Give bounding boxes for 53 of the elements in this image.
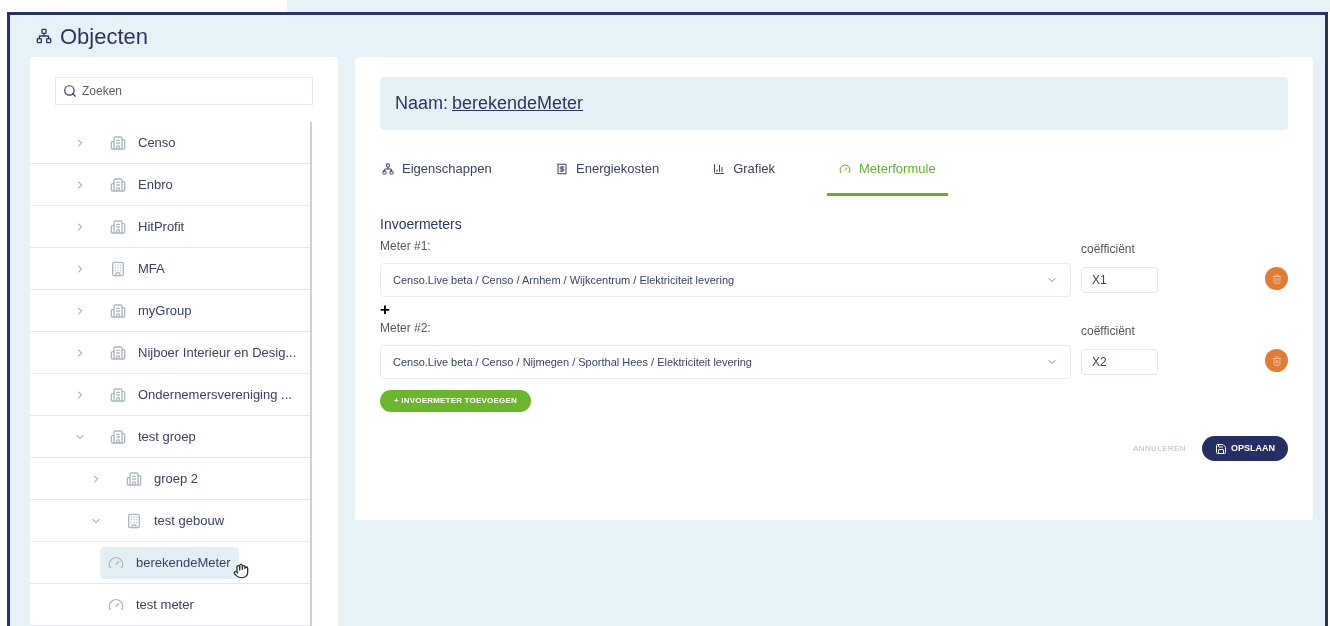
tab[interactable]: Energiekosten [554,144,662,196]
field-label: coëfficiënt [1081,323,1136,340]
search-icon [63,84,77,98]
gauge-icon [108,596,124,613]
buildings-icon [110,218,126,235]
tree-item[interactable]: test groep [102,420,204,453]
save-button[interactable]: OPSLAAN [1202,436,1288,461]
buildings-icon [110,428,126,445]
plus-operator: + [380,303,390,317]
hierarchy-icon [36,28,52,44]
building-icon [110,260,126,277]
buildings-icon [110,344,126,361]
gauge-icon [839,162,852,175]
tree-item[interactable]: Censo [102,126,184,159]
page-title: Objecten [60,22,149,51]
coefficient-field[interactable]: X1 [1081,267,1158,293]
buildings-icon [110,302,126,319]
buildings-icon [110,134,126,151]
meter-select[interactable]: Censo.Live beta / Censo / Arnhem / Wijkcentrum / Elektriciteit levering [380,263,1071,297]
building-icon [126,512,142,529]
gauge-icon [108,554,124,571]
tree-item[interactable]: MFA [102,252,173,285]
buildings-icon [110,176,126,193]
tree-item[interactable]: groep 2 [118,462,207,495]
delete-button[interactable] [1265,349,1288,372]
buildings-icon [126,470,142,487]
hierarchy-icon [382,162,394,175]
tree-item[interactable]: test gebouw [118,504,233,537]
buildings-icon [110,386,126,403]
tree-item[interactable]: Enbro [102,168,181,201]
tree-item[interactable]: HitProfit [102,210,193,243]
tree-item[interactable]: Ondernemersvereniging ... [102,378,300,411]
search-field[interactable]: Zoeken [55,77,313,105]
field-label: Meter #1: [380,238,432,255]
meter-select[interactable]: Censo.Live beta / Censo / Nijmegen / Sporthal Hees / Elektriciteit levering [380,345,1071,379]
tree-item[interactable]: myGroup [102,294,200,327]
field-label: coëfficiënt [1081,241,1136,258]
trash-icon [1271,273,1282,284]
field-label: Meter #2: [380,320,432,337]
tree-item[interactable]: Nijboer Interieur en Desig... [102,336,305,369]
coefficient-field[interactable]: X2 [1081,349,1158,375]
bar-chart-icon [713,162,726,175]
name-label: Naam: [395,92,448,115]
tab[interactable]: Eigenschappen [380,144,504,196]
delete-button[interactable] [1265,267,1288,290]
pointer-cursor-icon [232,562,249,579]
trash-icon [1271,355,1282,366]
save-icon [1215,442,1227,455]
receipt-icon [556,162,568,175]
name-link[interactable]: berekendeMeter [452,90,584,117]
tree-item[interactable]: test meter [100,588,202,621]
tab[interactable]: Grafiek [711,144,778,196]
section-title: Invoermeters [380,215,463,234]
